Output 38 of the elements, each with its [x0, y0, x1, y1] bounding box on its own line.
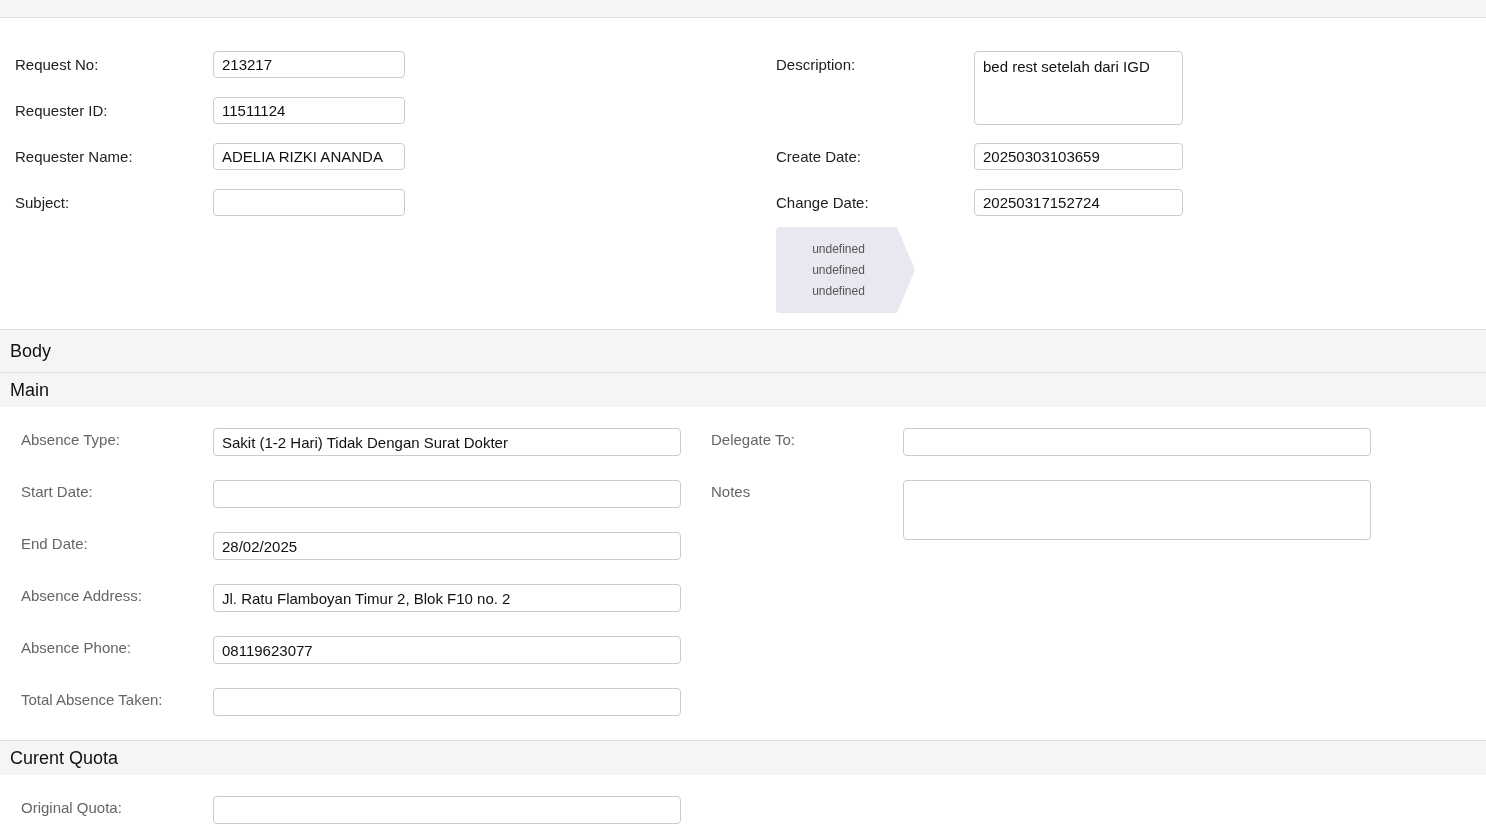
field-label: Request No: — [15, 55, 100, 75]
field-label: Description: — [776, 55, 857, 75]
field-label: Change Date: — [776, 193, 870, 213]
input-field[interactable]: 20250303103659 — [974, 143, 1183, 170]
input-field[interactable] — [903, 428, 1371, 456]
input-field[interactable] — [213, 688, 681, 716]
input-field[interactable]: 28/02/2025 — [213, 532, 681, 560]
status-text: undefined — [812, 262, 865, 279]
text-area[interactable] — [903, 480, 1371, 540]
field-label: Delegate To: — [711, 430, 796, 450]
status-text: undefined — [812, 241, 865, 258]
section-title: Body — [10, 339, 52, 363]
text-area[interactable]: bed rest setelah dari IGD — [974, 51, 1183, 125]
input-field[interactable]: 08119623077 — [213, 636, 681, 664]
field-label: Requester ID: — [15, 101, 109, 121]
field-label: Original Quota: — [21, 798, 123, 818]
field-label: Requester Name: — [15, 147, 134, 167]
section-title: Main — [10, 378, 49, 402]
input-field[interactable]: ADELIA RIZKI ANANDA — [213, 143, 405, 170]
field-label: Subject: — [15, 193, 71, 213]
field-label: End Date: — [21, 534, 89, 554]
input-field[interactable]: Jl. Ratu Flamboyan Timur 2, Blok F10 no. 2 — [213, 584, 681, 612]
field-label: Absence Phone: — [21, 638, 133, 658]
field-label: Start Date: — [21, 482, 94, 502]
field-label: Absence Type: — [21, 430, 121, 450]
input-field[interactable] — [213, 796, 681, 824]
input-field[interactable]: Sakit (1-2 Hari) Tidak Dengan Surat Dokter — [213, 428, 681, 456]
status-text: undefined — [812, 283, 865, 300]
input-field[interactable]: 11511124 — [213, 97, 405, 124]
section-title: Curent Quota — [10, 746, 119, 770]
field-label: Total Absence Taken: — [21, 690, 164, 710]
input-field[interactable]: 213217 — [213, 51, 405, 78]
field-label: Absence Address: — [21, 586, 143, 606]
field-label: Create Date: — [776, 147, 863, 167]
field-label: Notes — [711, 482, 752, 502]
input-field[interactable] — [213, 480, 681, 508]
input-field[interactable]: 20250317152724 — [974, 189, 1183, 216]
input-field[interactable] — [213, 189, 405, 216]
